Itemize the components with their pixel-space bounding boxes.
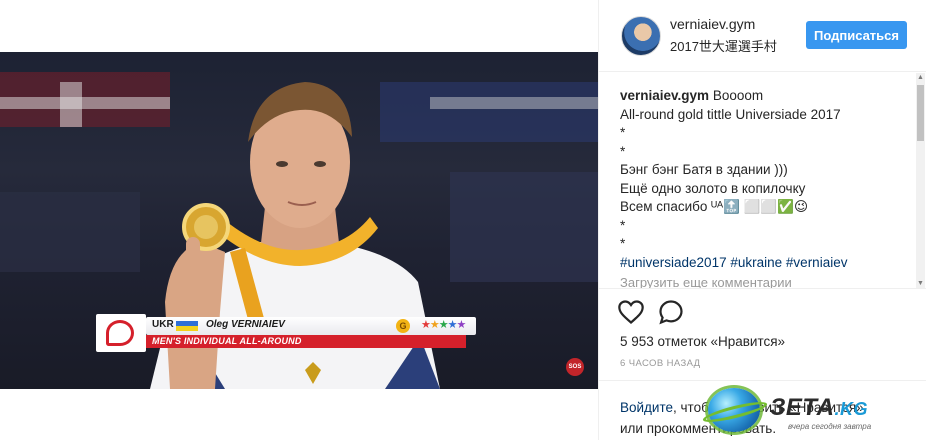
caption-line: All-round gold tittle Universiade 2017 [620, 106, 841, 122]
caption-line: * [620, 125, 626, 140]
universiade-logo-mark [106, 320, 134, 346]
hashtag-link[interactable]: #universiade2017 [620, 255, 727, 270]
background-flag-cross-h [0, 97, 170, 109]
post-location[interactable]: 2017世大運選手村 [670, 36, 777, 55]
watermark-tagline: вчера сегодня завтра [788, 422, 872, 431]
caption-line: Бэнг бэнг Батя в здании ))) [620, 162, 788, 177]
post-timestamp[interactable]: 6 часов назад [620, 358, 701, 369]
tv-event-name: MEN'S INDIVIDUAL ALL-AROUND [152, 336, 302, 346]
caption-line: Ещё одно золото в копилочку [620, 180, 806, 196]
athlete-eye-left [276, 161, 288, 167]
caption-first-line: verniaiev.gym Boooom [620, 87, 905, 106]
universiade-logo [96, 314, 146, 352]
caption-username[interactable]: verniaiev.gym [620, 88, 709, 103]
caption-line: * [620, 217, 626, 233]
comments-scrollbar[interactable]: ▲ ▼ [916, 73, 925, 288]
comment-icon[interactable] [657, 298, 685, 326]
athlete-finger [186, 237, 200, 267]
watermark-brand-text: ЗЕТА [770, 394, 835, 421]
tv-athlete-bar: UKR Oleg VERNIAIEV G ★★★★★ [146, 317, 476, 335]
caption-text-first: Boooom [712, 88, 764, 103]
background-flag-stripe [430, 97, 598, 109]
watermark-tld: .KG [834, 399, 869, 419]
ukraine-flag-icon [176, 321, 198, 331]
broadcaster-logo: SOS [566, 358, 584, 376]
hashtag-link[interactable]: #verniaiev [786, 255, 848, 270]
tv-lower-third: UKR Oleg VERNIAIEV G ★★★★★ MEN'S INDIVID… [96, 314, 494, 352]
caption-line: Всем спасибо ᵁᴬ🔝 ⬜⬜✅😉 [620, 199, 809, 214]
media-panel: UKR Oleg VERNIAIEV G ★★★★★ MEN'S INDIVID… [0, 0, 598, 440]
watermark-brand: ЗЕТА.KG [770, 394, 868, 422]
background-crowd-left [0, 192, 140, 272]
follow-button[interactable]: Подписаться [806, 21, 907, 49]
site-watermark: ЗЕТА.KG вчера сегодня завтра [701, 386, 926, 440]
tv-medal-badge: G [396, 319, 410, 333]
post-caption: verniaiev.gym Boooom All-round gold titt… [620, 87, 905, 272]
likes-count[interactable]: 5 953 отметок «Нравится» [620, 334, 785, 349]
scroll-down-icon[interactable]: ▼ [916, 279, 925, 288]
tv-athlete-name: Oleg VERNIAIEV [206, 319, 285, 330]
athlete-eye-right [314, 161, 326, 167]
post-video[interactable]: UKR Oleg VERNIAIEV G ★★★★★ MEN'S INDIVID… [0, 52, 598, 389]
background-flag-blue [380, 82, 598, 142]
tv-event-bar: MEN'S INDIVIDUAL ALL-AROUND [146, 335, 466, 348]
caption-hashtags: #universiade2017 #ukraine #verniaiev [620, 254, 905, 273]
background-crowd-right [450, 172, 598, 282]
post-header: verniaiev.gym 2017世大運選手村 Подписаться [599, 0, 926, 72]
caption-line: * [620, 236, 626, 251]
post-actions [617, 298, 737, 328]
avatar[interactable] [621, 16, 661, 56]
hashtag-link[interactable]: #ukraine [730, 255, 782, 270]
comments-area[interactable]: verniaiev.gym Boooom All-round gold titt… [599, 73, 926, 289]
scrollbar-thumb[interactable] [917, 85, 924, 141]
star-icon: ★★★★★ [421, 319, 466, 331]
post-side-panel: verniaiev.gym 2017世大運選手村 Подписаться ver… [598, 0, 926, 440]
heart-icon[interactable] [617, 298, 645, 326]
tv-country-code: UKR [152, 319, 174, 330]
login-link[interactable]: Войдите [620, 400, 673, 415]
caption-line: * [620, 143, 626, 159]
load-more-comments-link[interactable]: Загрузить еще комментарии [620, 275, 792, 288]
gold-medal-center [194, 215, 218, 239]
scroll-up-icon[interactable]: ▲ [916, 73, 925, 83]
post-username[interactable]: verniaiev.gym [670, 16, 755, 32]
